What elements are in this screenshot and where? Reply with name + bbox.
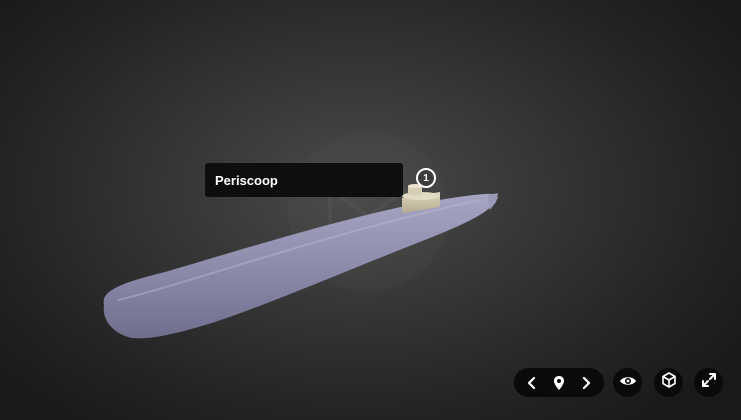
model-canvas[interactable]	[0, 0, 741, 420]
eye-icon	[619, 374, 637, 392]
map-pin-icon[interactable]	[552, 375, 566, 391]
fullscreen-button[interactable]	[694, 368, 723, 397]
model-viewer[interactable]: Periscoop 1	[0, 0, 741, 420]
visibility-button[interactable]	[613, 368, 642, 397]
annotation-navigation	[514, 368, 604, 397]
annotation-marker[interactable]: 1	[416, 168, 436, 188]
annotation-number: 1	[423, 172, 429, 184]
annotation-tooltip: Periscoop	[205, 163, 403, 197]
expand-icon	[701, 372, 717, 393]
chevron-left-icon[interactable]	[525, 376, 539, 390]
cube-icon	[661, 372, 677, 393]
annotation-title: Periscoop	[215, 172, 278, 188]
view-3d-button[interactable]	[654, 368, 683, 397]
chevron-right-icon[interactable]	[579, 376, 593, 390]
